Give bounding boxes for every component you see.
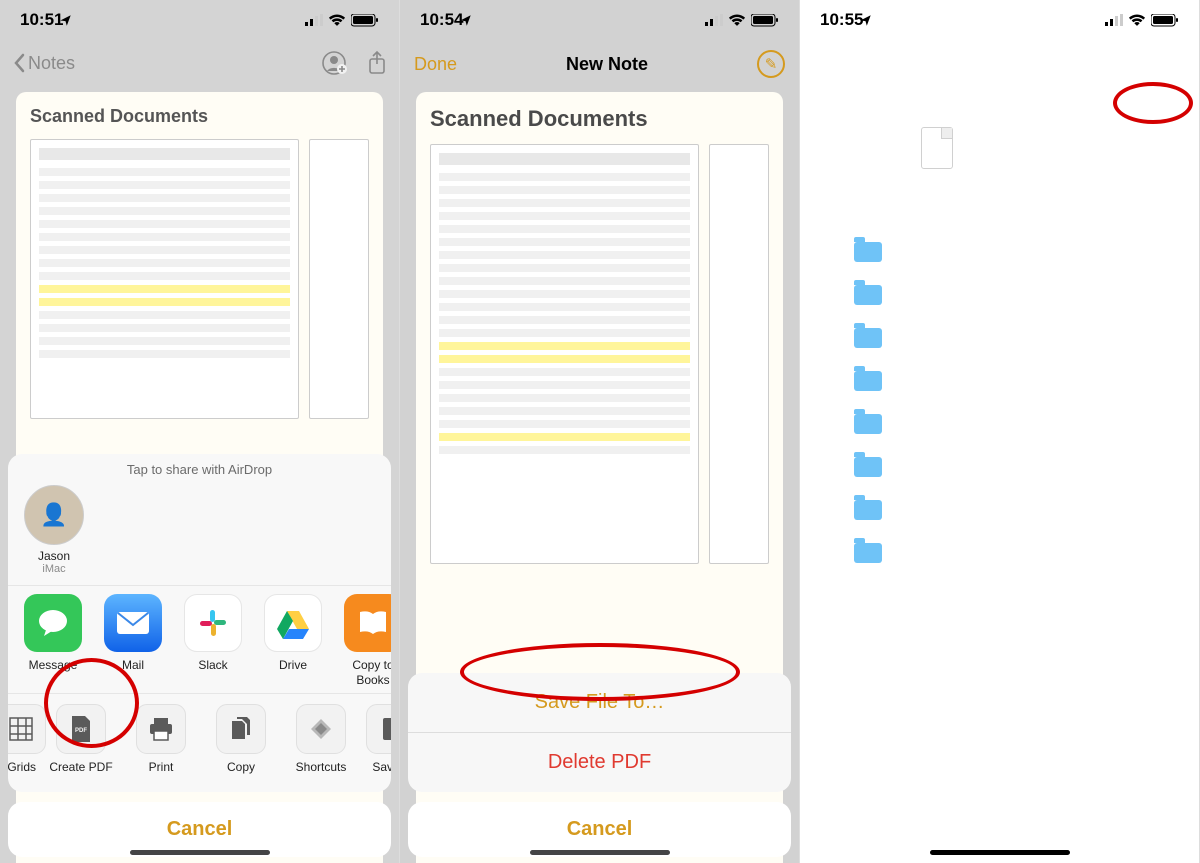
folder-icon bbox=[854, 453, 882, 481]
status-time: 10:51 bbox=[20, 10, 63, 30]
mail-icon bbox=[104, 594, 162, 652]
action-copy[interactable]: Copy bbox=[206, 704, 276, 774]
phone-2-save-file: 10:54 Done New Note ✎ Scanned Documents … bbox=[400, 0, 800, 863]
pdf-icon: PDF bbox=[56, 704, 106, 754]
print-icon bbox=[136, 704, 186, 754]
battery-icon bbox=[751, 14, 779, 27]
folder-icon bbox=[854, 539, 882, 567]
action-shortcuts[interactable]: Shortcuts bbox=[286, 704, 356, 774]
share-app-drive[interactable]: Drive bbox=[258, 594, 328, 687]
phone-3-file-picker: 10:55 Item will be added to "Documents" … bbox=[800, 0, 1200, 863]
share-icon[interactable] bbox=[367, 50, 387, 76]
grid-icon bbox=[8, 704, 46, 754]
airdrop-name: Jason bbox=[24, 549, 84, 563]
cancel-button[interactable]: Cancel bbox=[8, 802, 391, 857]
save-icon bbox=[366, 704, 391, 754]
save-file-to-button[interactable]: Save File To… bbox=[408, 673, 791, 733]
share-app-mail[interactable]: Mail bbox=[98, 594, 168, 687]
folder-icon bbox=[854, 367, 882, 395]
slack-icon bbox=[184, 594, 242, 652]
copy-icon bbox=[216, 704, 266, 754]
note-nav: Done New Note ✎ bbox=[400, 40, 799, 88]
nav-title: New Note bbox=[566, 54, 648, 75]
battery-icon bbox=[1151, 14, 1179, 27]
drive-icon bbox=[264, 594, 322, 652]
home-indicator[interactable] bbox=[930, 850, 1070, 855]
action-create-pdf[interactable]: PDF Create PDF bbox=[46, 704, 116, 774]
home-indicator[interactable] bbox=[530, 850, 670, 855]
delete-pdf-button[interactable]: Delete PDF bbox=[408, 733, 791, 792]
scanned-page-1 bbox=[430, 144, 699, 564]
signal-icon bbox=[305, 14, 323, 26]
airdrop-device: iMac bbox=[24, 563, 84, 575]
folder-icon bbox=[854, 281, 882, 309]
back-button[interactable]: Notes bbox=[12, 53, 75, 74]
done-button[interactable]: Done bbox=[414, 54, 457, 75]
folder-icon bbox=[854, 496, 882, 524]
wifi-icon bbox=[1128, 14, 1146, 27]
share-sheet: Tap to share with AirDrop 👤 Jason iMac M… bbox=[8, 454, 391, 857]
status-bar: 10:51 bbox=[0, 0, 399, 40]
cancel-button[interactable]: Cancel bbox=[408, 802, 791, 857]
action-grids[interactable]: & Grids bbox=[8, 704, 36, 774]
action-save[interactable]: Save bbox=[366, 704, 391, 774]
chevron-left-icon bbox=[12, 53, 26, 73]
folder-icon bbox=[854, 238, 882, 266]
location-arrow-icon bbox=[859, 14, 872, 27]
signal-icon bbox=[705, 14, 723, 26]
status-bar: 10:55 bbox=[800, 0, 1199, 40]
wifi-icon bbox=[328, 14, 346, 27]
signal-icon bbox=[1105, 14, 1123, 26]
shortcuts-icon bbox=[296, 704, 346, 754]
share-actions-row[interactable]: & Grids PDF Create PDF Print Copy Shortc… bbox=[8, 693, 391, 788]
pen-icon[interactable]: ✎ bbox=[757, 50, 785, 78]
add-person-icon[interactable] bbox=[321, 50, 347, 76]
file-icon bbox=[921, 127, 953, 169]
message-icon bbox=[24, 594, 82, 652]
action-print[interactable]: Print bbox=[126, 704, 196, 774]
status-time: 10:54 bbox=[420, 10, 463, 30]
phone-1-share-sheet: 10:51 Notes Scanned Documents bbox=[0, 0, 400, 863]
share-app-books[interactable]: Copy to Books bbox=[338, 594, 391, 687]
svg-text:PDF: PDF bbox=[75, 728, 87, 734]
wifi-icon bbox=[728, 14, 746, 27]
share-app-message[interactable]: Message bbox=[18, 594, 88, 687]
airdrop-hint: Tap to share with AirDrop bbox=[8, 454, 391, 479]
location-arrow-icon bbox=[59, 14, 72, 27]
home-indicator[interactable] bbox=[130, 850, 270, 855]
battery-icon bbox=[351, 14, 379, 27]
location-arrow-icon bbox=[459, 14, 472, 27]
books-icon bbox=[344, 594, 391, 652]
status-bar: 10:54 bbox=[400, 0, 799, 40]
airdrop-contact[interactable]: 👤 Jason iMac bbox=[24, 485, 84, 575]
folder-icon bbox=[854, 410, 882, 438]
note-title: Scanned Documents bbox=[430, 106, 769, 132]
note-title: Scanned Documents bbox=[30, 106, 369, 127]
scanned-page-2 bbox=[709, 144, 769, 564]
action-sheet: Save File To… Delete PDF Cancel bbox=[408, 673, 791, 857]
status-time: 10:55 bbox=[820, 10, 863, 30]
scanned-page-1 bbox=[30, 139, 299, 419]
share-app-slack[interactable]: Slack bbox=[178, 594, 248, 687]
avatar: 👤 bbox=[24, 485, 84, 545]
scanned-page-2 bbox=[309, 139, 369, 419]
folder-icon bbox=[854, 324, 882, 352]
share-apps-row[interactable]: Message Mail Slack Drive Copy to Books bbox=[8, 585, 391, 693]
notes-nav: Notes bbox=[0, 40, 399, 86]
